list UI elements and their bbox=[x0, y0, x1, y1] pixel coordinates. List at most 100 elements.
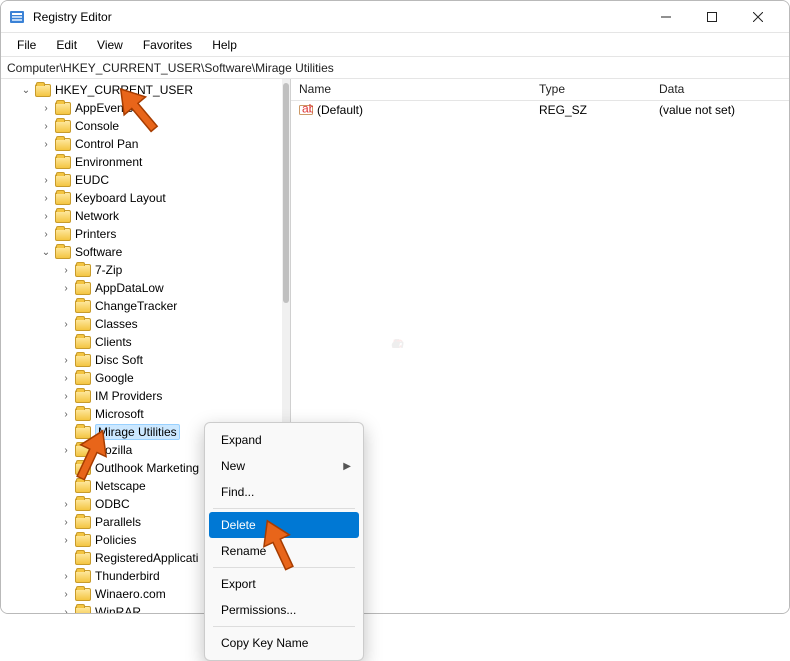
chevron-right-icon[interactable]: › bbox=[59, 443, 73, 457]
tree-item-label: RegisteredApplicati bbox=[95, 551, 198, 565]
tree-item[interactable]: › Console bbox=[5, 117, 282, 135]
tree-spacer bbox=[59, 299, 73, 313]
chevron-right-icon[interactable]: › bbox=[59, 371, 73, 385]
chevron-right-icon[interactable]: › bbox=[39, 173, 53, 187]
tree-item[interactable]: ›Disc Soft bbox=[5, 351, 282, 369]
folder-icon bbox=[75, 408, 91, 421]
titlebar: Registry Editor bbox=[1, 1, 789, 33]
tree-item-label: Google bbox=[95, 371, 134, 385]
tree-item-hkcu[interactable]: ⌄ HKEY_CURRENT_USER bbox=[5, 81, 282, 99]
tree-item[interactable]: › AppDataLow bbox=[5, 279, 282, 297]
maximize-button[interactable] bbox=[689, 1, 735, 33]
tree-item-label: EUDC bbox=[75, 173, 109, 187]
tree-item-software[interactable]: ⌄Software bbox=[5, 243, 282, 261]
value-name: (Default) bbox=[317, 103, 363, 117]
ctx-separator bbox=[213, 626, 355, 627]
chevron-right-icon[interactable]: › bbox=[59, 263, 73, 277]
chevron-right-icon[interactable]: › bbox=[59, 587, 73, 601]
tree-item-label: ChangeTracker bbox=[95, 299, 177, 313]
ctx-separator bbox=[213, 567, 355, 568]
folder-icon bbox=[75, 354, 91, 367]
minimize-button[interactable] bbox=[643, 1, 689, 33]
menu-view[interactable]: View bbox=[89, 36, 131, 54]
ctx-export[interactable]: Export bbox=[209, 571, 359, 597]
tree-item-label: Mozilla bbox=[95, 443, 132, 457]
close-button[interactable] bbox=[735, 1, 781, 33]
svg-text:ab: ab bbox=[302, 103, 313, 116]
column-data[interactable]: Data bbox=[651, 79, 789, 100]
chevron-right-icon[interactable]: › bbox=[59, 515, 73, 529]
menu-edit[interactable]: Edit bbox=[48, 36, 85, 54]
tree-spacer bbox=[59, 335, 73, 349]
chevron-right-icon[interactable]: › bbox=[39, 119, 53, 133]
address-bar[interactable]: Computer\HKEY_CURRENT_USER\Software\Mira… bbox=[1, 57, 789, 79]
chevron-right-icon[interactable]: › bbox=[39, 191, 53, 205]
tree-item-label: IM Providers bbox=[95, 389, 162, 403]
tree-item-label: Clients bbox=[95, 335, 132, 349]
tree-item[interactable]: ›Control Pan bbox=[5, 135, 282, 153]
chevron-right-icon[interactable]: › bbox=[59, 569, 73, 583]
chevron-right-icon[interactable]: › bbox=[59, 605, 73, 613]
chevron-right-icon[interactable]: › bbox=[59, 353, 73, 367]
close-icon bbox=[753, 12, 763, 22]
chevron-right-icon[interactable]: › bbox=[59, 317, 73, 331]
chevron-down-icon[interactable]: ⌄ bbox=[39, 245, 53, 259]
column-name[interactable]: Name bbox=[291, 79, 531, 100]
ctx-expand[interactable]: Expand bbox=[209, 427, 359, 453]
ctx-new[interactable]: New ▶ bbox=[209, 453, 359, 479]
folder-icon bbox=[75, 480, 91, 493]
tree-item[interactable]: › EUDC bbox=[5, 171, 282, 189]
tree-item[interactable]: ›Microsoft bbox=[5, 405, 282, 423]
folder-icon bbox=[75, 606, 91, 614]
folder-icon bbox=[75, 300, 91, 313]
tree-item[interactable]: › Printers bbox=[5, 225, 282, 243]
tree-item[interactable]: Clients bbox=[5, 333, 282, 351]
tree-item[interactable]: ›7-Zip bbox=[5, 261, 282, 279]
tree-item[interactable]: ›Network bbox=[5, 207, 282, 225]
tree-item-label: HKEY_CURRENT_USER bbox=[55, 83, 193, 97]
tree-item-label: Netscape bbox=[95, 479, 146, 493]
chevron-right-icon[interactable]: › bbox=[59, 533, 73, 547]
chevron-right-icon[interactable]: › bbox=[39, 137, 53, 151]
menu-file[interactable]: File bbox=[9, 36, 44, 54]
tree-item[interactable]: › Google bbox=[5, 369, 282, 387]
chevron-down-icon[interactable]: ⌄ bbox=[19, 83, 33, 97]
tree-item-label: Outlhook Marketing bbox=[95, 461, 199, 475]
tree-item-label: Thunderbird bbox=[95, 569, 160, 583]
tree-item-label: Console bbox=[75, 119, 119, 133]
ctx-permissions[interactable]: Permissions... bbox=[209, 597, 359, 623]
tree-item[interactable]: Environment bbox=[5, 153, 282, 171]
ctx-separator bbox=[213, 508, 355, 509]
ctx-find[interactable]: Find... bbox=[209, 479, 359, 505]
chevron-right-icon[interactable]: › bbox=[59, 389, 73, 403]
chevron-right-icon[interactable]: › bbox=[39, 101, 53, 115]
tree-item-label: Printers bbox=[75, 227, 116, 241]
ctx-rename[interactable]: Rename bbox=[209, 538, 359, 564]
chevron-right-icon[interactable]: › bbox=[59, 497, 73, 511]
ctx-copy-key-name[interactable]: Copy Key Name bbox=[209, 630, 359, 656]
column-type[interactable]: Type bbox=[531, 79, 651, 100]
list-header: Name Type Data bbox=[291, 79, 789, 101]
ctx-delete[interactable]: Delete bbox=[209, 512, 359, 538]
window-title: Registry Editor bbox=[33, 10, 112, 24]
folder-icon bbox=[55, 174, 71, 187]
tree-item[interactable]: ›Classes bbox=[5, 315, 282, 333]
chevron-right-icon[interactable]: › bbox=[39, 227, 53, 241]
list-row[interactable]: ab (Default) REG_SZ (value not set) bbox=[291, 101, 789, 119]
chevron-right-icon[interactable]: › bbox=[39, 209, 53, 223]
scrollbar-thumb[interactable] bbox=[283, 83, 289, 303]
chevron-right-icon[interactable]: › bbox=[59, 281, 73, 295]
folder-icon bbox=[75, 462, 91, 475]
tree-item[interactable]: ChangeTracker bbox=[5, 297, 282, 315]
tree-item-label: AppDataLow bbox=[95, 281, 164, 295]
tree-item[interactable]: ›Keyboard Layout bbox=[5, 189, 282, 207]
folder-icon bbox=[55, 192, 71, 205]
chevron-right-icon: ▶ bbox=[343, 461, 351, 472]
tree-item[interactable]: › AppEvents bbox=[5, 99, 282, 117]
tree-item-label: Environment bbox=[75, 155, 142, 169]
chevron-right-icon[interactable]: › bbox=[59, 407, 73, 421]
tree-item[interactable]: › IM Providers bbox=[5, 387, 282, 405]
tree-item-label: AppEvents bbox=[75, 101, 133, 115]
menu-help[interactable]: Help bbox=[204, 36, 245, 54]
menu-favorites[interactable]: Favorites bbox=[135, 36, 200, 54]
